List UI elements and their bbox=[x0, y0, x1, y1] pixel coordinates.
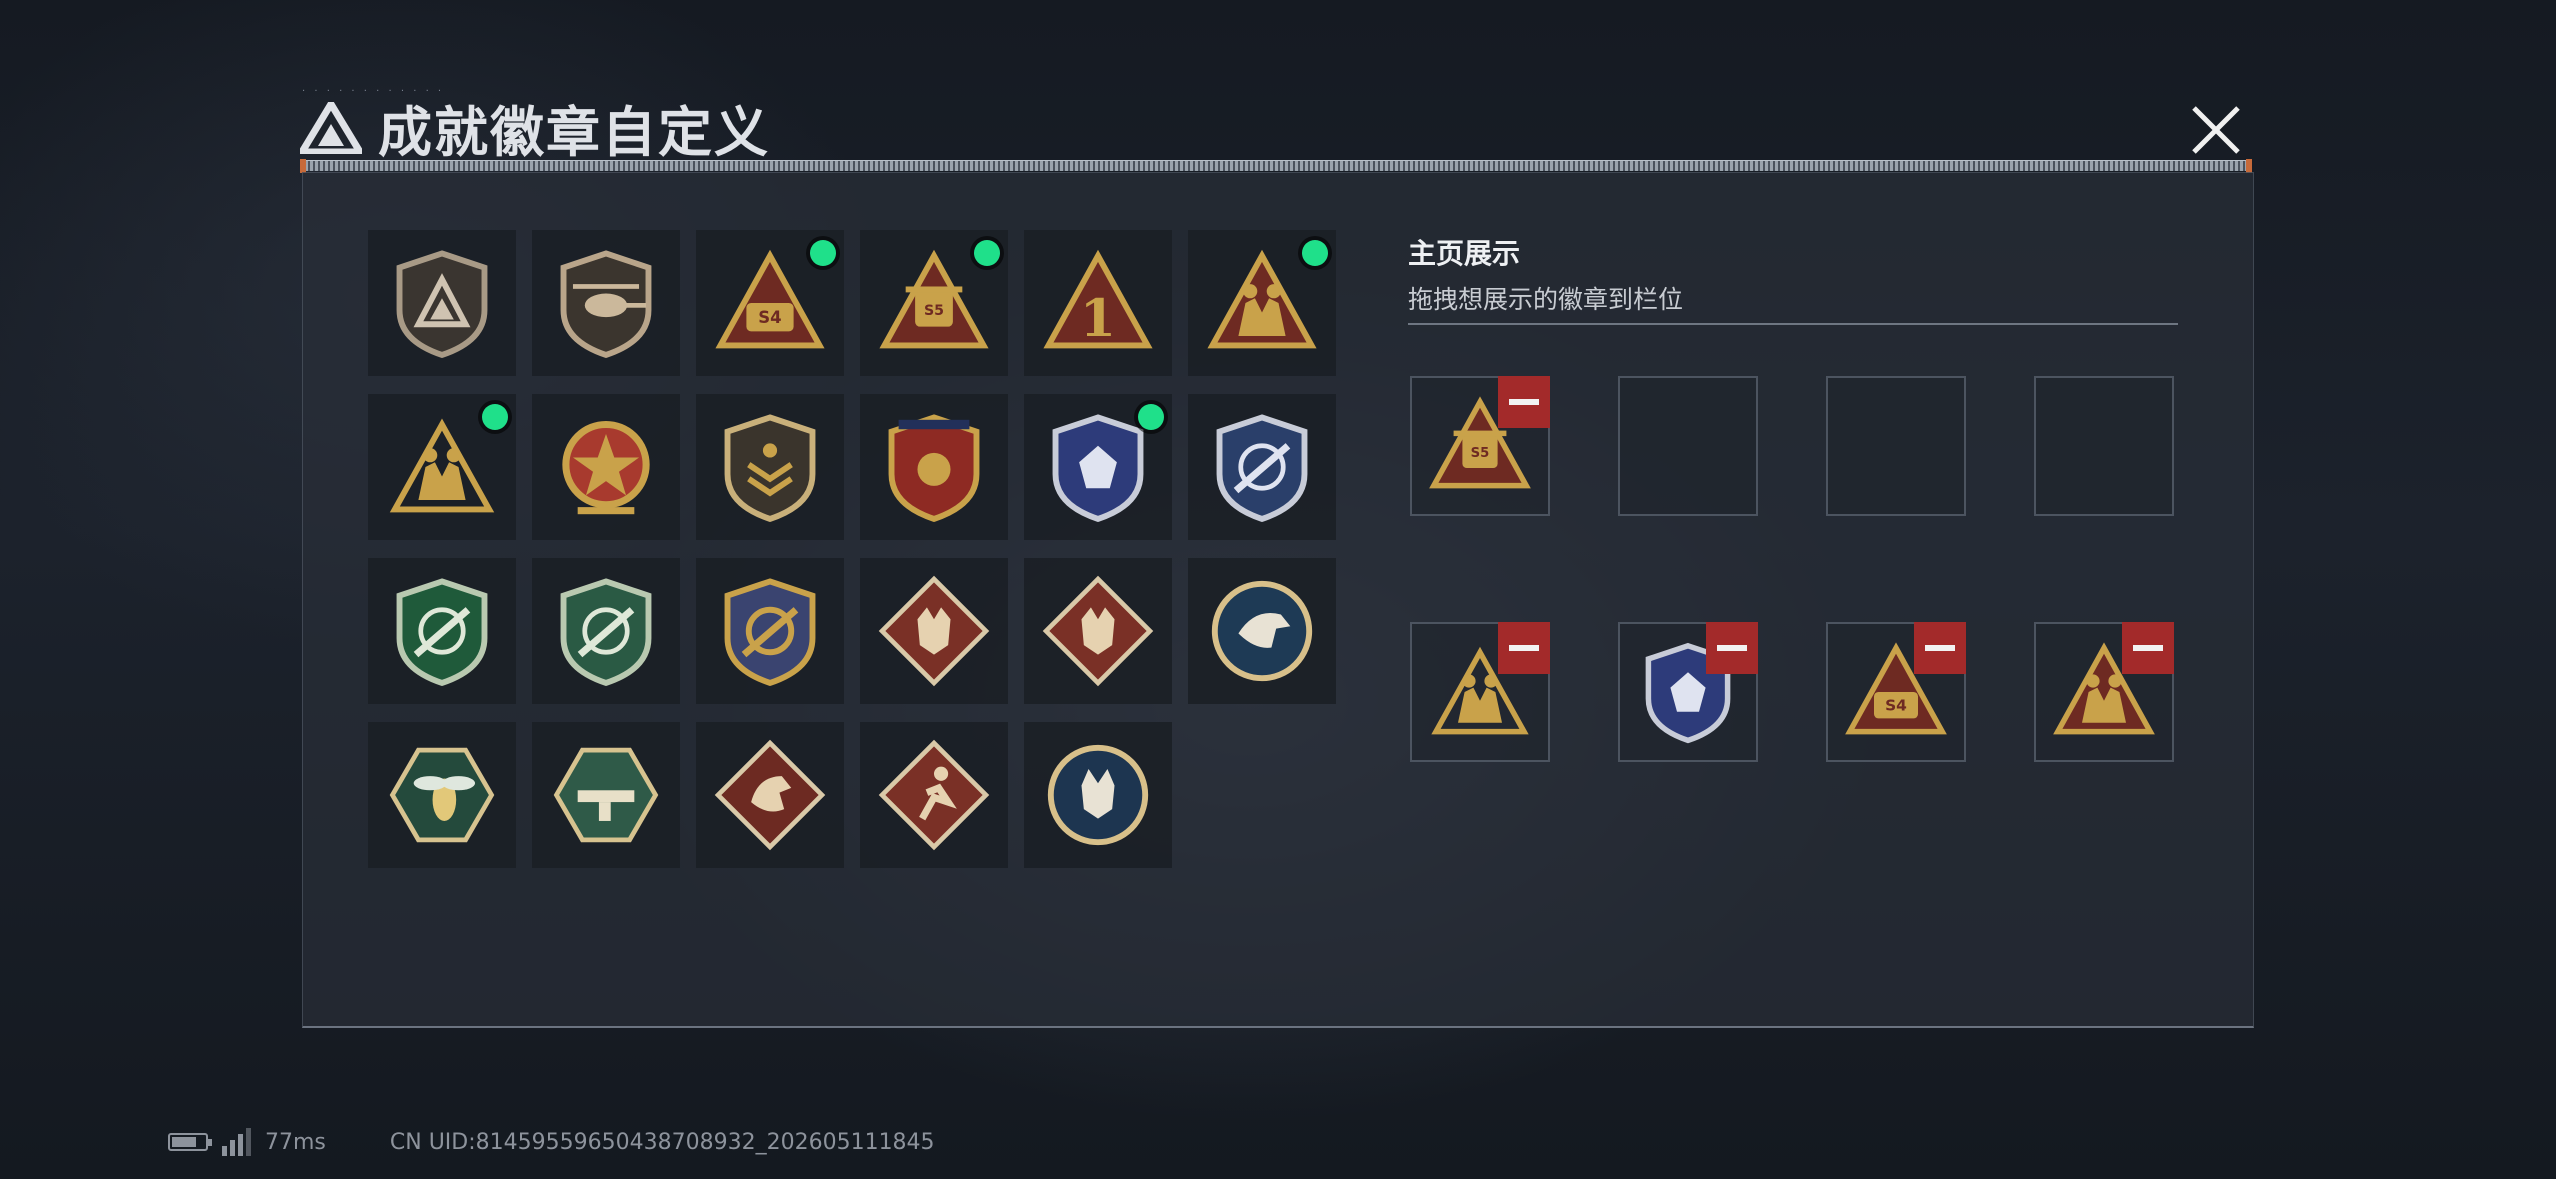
new-indicator-icon bbox=[974, 240, 1000, 266]
triangle-shield-badge-icon bbox=[396, 250, 488, 359]
showcase-divider bbox=[1408, 323, 2178, 325]
signal-icon bbox=[222, 1128, 251, 1156]
wolf-diamond-badge-2-icon bbox=[1042, 575, 1154, 687]
page-title: 成就徽章自定义 bbox=[378, 101, 770, 164]
eagle-round-badge-icon bbox=[1211, 580, 1313, 682]
lynx-round-badge-icon bbox=[1047, 744, 1149, 846]
battery-icon bbox=[168, 1133, 212, 1151]
badge-tile[interactable] bbox=[1024, 394, 1172, 540]
badge-tile[interactable]: S4 bbox=[696, 230, 844, 376]
helicopter-badge-icon bbox=[560, 250, 652, 359]
showcase-slot[interactable] bbox=[1410, 622, 1550, 762]
badge-tile[interactable] bbox=[696, 722, 844, 868]
blue-diamond-shield-badge-icon bbox=[1052, 414, 1144, 523]
uid-label: CN UID:8145955965043870893​2_20260511184… bbox=[389, 1129, 935, 1155]
new-indicator-icon bbox=[1138, 404, 1164, 430]
showcase-slot[interactable]: S4 bbox=[1826, 622, 1966, 762]
badge-tile[interactable] bbox=[368, 558, 516, 704]
red-crest-badge-icon bbox=[888, 414, 980, 523]
new-indicator-icon bbox=[1302, 240, 1328, 266]
svg-text:S5: S5 bbox=[924, 303, 944, 319]
badge-tile[interactable] bbox=[1024, 558, 1172, 704]
badge-grid: S4 S5 1 bbox=[368, 230, 1336, 868]
wolf-diamond-badge-icon bbox=[878, 575, 990, 687]
showcase-slot[interactable] bbox=[1618, 376, 1758, 516]
game-logo-icon bbox=[300, 101, 362, 154]
remove-badge-button[interactable] bbox=[1914, 622, 1966, 674]
s5-triangle-badge-icon: S5 bbox=[879, 249, 989, 349]
svg-text:S4: S4 bbox=[1885, 697, 1907, 715]
blue-crosshair-shield-badge-icon bbox=[1216, 414, 1308, 523]
remove-badge-button[interactable] bbox=[1706, 622, 1758, 674]
badge-tile[interactable] bbox=[696, 558, 844, 704]
soldiers-triangle-badge-icon bbox=[1207, 249, 1317, 349]
showcase-subtitle: 拖拽想展示的徽章到栏位 bbox=[1408, 285, 1684, 314]
badge-tile[interactable]: S5 bbox=[860, 230, 1008, 376]
new-indicator-icon bbox=[482, 404, 508, 430]
showcase-slot[interactable] bbox=[2034, 376, 2174, 516]
chevron-shield-badge-icon bbox=[724, 414, 816, 523]
badge-tile[interactable] bbox=[532, 722, 680, 868]
svg-text:S4: S4 bbox=[758, 308, 781, 327]
status-bar: 77ms CN UID:8145955965043870893​2_202605… bbox=[168, 1128, 935, 1156]
showcase-title: 主页展示 bbox=[1408, 237, 1521, 270]
badge-tile[interactable] bbox=[532, 230, 680, 376]
badge-tile[interactable] bbox=[532, 558, 680, 704]
badge-tile[interactable] bbox=[368, 230, 516, 376]
new-indicator-icon bbox=[810, 240, 836, 266]
ping-label: 77ms bbox=[265, 1129, 326, 1155]
gold-crosshair-shield-badge-icon bbox=[724, 578, 816, 687]
svg-text:S5: S5 bbox=[1471, 446, 1490, 461]
badge-tile[interactable] bbox=[860, 722, 1008, 868]
badge-tile[interactable] bbox=[1024, 722, 1172, 868]
dragon-diamond-badge-icon bbox=[714, 739, 826, 851]
s4-triangle-badge-icon: S4 bbox=[715, 249, 825, 349]
badge-tile[interactable] bbox=[368, 722, 516, 868]
showcase-slot[interactable] bbox=[1826, 376, 1966, 516]
showcase-slot[interactable]: S5 bbox=[1410, 376, 1550, 516]
remove-badge-button[interactable] bbox=[2122, 622, 2174, 674]
showcase-slot[interactable] bbox=[1618, 622, 1758, 762]
minus-icon bbox=[1509, 645, 1539, 651]
title-bar: 成就徽章自定义 bbox=[300, 88, 770, 167]
badge-tile[interactable] bbox=[532, 394, 680, 540]
minus-icon bbox=[1717, 645, 1747, 651]
minus-icon bbox=[2133, 645, 2163, 651]
badge-tile[interactable] bbox=[860, 558, 1008, 704]
green-crosshair-shield-badge-2-icon bbox=[560, 578, 652, 687]
badge-tile[interactable] bbox=[1188, 394, 1336, 540]
weapon-hexagon-badge-icon bbox=[553, 747, 659, 843]
showcase-slot[interactable] bbox=[2034, 622, 2174, 762]
star-medal-badge-icon bbox=[562, 420, 650, 515]
minus-icon bbox=[1509, 399, 1539, 405]
soldiers-gold-badge-icon bbox=[389, 418, 495, 513]
remove-badge-button[interactable] bbox=[1498, 622, 1550, 674]
hornet-hexagon-badge-icon bbox=[389, 747, 495, 843]
badge-tile[interactable] bbox=[1188, 230, 1336, 376]
header-divider bbox=[300, 159, 2252, 173]
badge-tile[interactable] bbox=[368, 394, 516, 540]
badge-tile[interactable] bbox=[696, 394, 844, 540]
number-one-triangle-badge-icon: 1 bbox=[1043, 249, 1153, 349]
badge-tile[interactable]: 1 bbox=[1024, 230, 1172, 376]
remove-badge-button[interactable] bbox=[1498, 376, 1550, 428]
showcase-header: 主页展示 拖拽想展示的徽章到栏位 bbox=[1408, 232, 1683, 316]
badge-tile[interactable] bbox=[1188, 558, 1336, 704]
badge-tile[interactable] bbox=[860, 394, 1008, 540]
minus-icon bbox=[1925, 645, 1955, 651]
svg-text:1: 1 bbox=[1080, 288, 1116, 349]
close-icon[interactable] bbox=[2186, 100, 2246, 160]
runner-diamond-badge-icon bbox=[878, 739, 990, 851]
green-crosshair-shield-badge-icon bbox=[396, 578, 488, 687]
